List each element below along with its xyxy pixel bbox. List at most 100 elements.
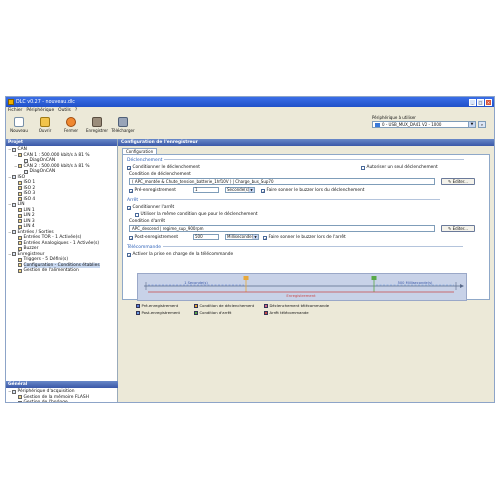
tree-node-icon xyxy=(12,202,16,207)
config-area: Configuration de l'enregistreur Configur… xyxy=(118,139,494,402)
tree-item-label: LIN xyxy=(17,202,25,208)
checkbox-icon xyxy=(135,212,139,217)
tree-node-icon xyxy=(18,268,22,273)
buzzer-stop-checkbox[interactable]: ✓ Faire sonner le buzzer lors de l'arrêt xyxy=(263,235,346,240)
open-button[interactable]: Ouvrir xyxy=(34,115,56,133)
tree-node-icon xyxy=(18,235,22,240)
usb-icon xyxy=(375,122,380,127)
close-window-button[interactable]: × xyxy=(485,98,492,106)
pre-record-text: 1 Seconde(s) xyxy=(184,281,208,285)
buzzer-trigger-checkbox[interactable]: ✓ Faire sonner le buzzer lors du déclenc… xyxy=(261,188,364,193)
timeline-arrow-icon xyxy=(460,284,464,288)
trigger-condition-label: Condition de déclenchement xyxy=(129,172,191,177)
tree-node-icon xyxy=(18,197,22,202)
menu-fichier[interactable]: Fichier xyxy=(8,108,22,113)
device-value: 0 - USB_MUX_DA41 V2 - 1000 xyxy=(382,122,442,127)
legend-item-post-record: Post-enregistrement xyxy=(136,310,180,315)
trigger-condition-legend-icon xyxy=(194,303,198,308)
tree-node-icon xyxy=(18,186,22,191)
tree-item-label: Entrées TOR - 1 Activée(s) xyxy=(23,235,82,241)
recording-text: Enregistrement xyxy=(286,293,316,298)
chevron-down-icon: ▼ xyxy=(468,122,475,127)
checkbox-icon xyxy=(361,165,365,170)
tree-node-icon xyxy=(24,158,28,163)
stop-condition-field[interactable]: APC_descend | regime_sup_900rpm xyxy=(129,225,435,232)
menu-outils[interactable]: Outils xyxy=(58,108,71,113)
maximize-button[interactable]: □ xyxy=(477,98,484,106)
app-icon xyxy=(8,99,14,105)
general-panel: Général − Périphérique d'acquisition Gesti… xyxy=(6,381,118,403)
checkbox-icon: ✓ xyxy=(261,188,266,194)
post-record-value[interactable]: 500 xyxy=(193,234,219,240)
search-icon: ⌕ xyxy=(480,122,484,127)
cond-trigger-checkbox[interactable]: ✓ Conditionner le déclenchement xyxy=(127,165,200,170)
pre-record-checkbox[interactable]: ✓ Pré-enregistrement xyxy=(129,188,176,193)
edit-stop-button[interactable]: ✎ Editer... xyxy=(441,225,475,232)
title-bar: DLC v0.27 - nouveau.dlc _ □ × xyxy=(6,97,494,107)
device-search-button[interactable]: ⌕ xyxy=(478,121,486,128)
tree-item-label: Gestion de l'alimentation xyxy=(23,268,79,274)
post-record-checkbox[interactable]: ✓ Post-enregistrement xyxy=(129,235,178,240)
pre-record-unit[interactable]: Seconde(s) ▼ xyxy=(225,187,255,193)
tree-item-label: Gestion de l'horloge xyxy=(23,400,68,403)
tree-node-icon xyxy=(18,213,22,218)
tree-item-label: CAN xyxy=(17,147,27,153)
legend-item-stop-condition: Condition d'arrêt xyxy=(194,310,231,315)
remote-checkbox[interactable]: ✓ Activer la prise en charge de la téléc… xyxy=(127,252,233,257)
tree-item[interactable]: Gestion de l'alimentation xyxy=(8,268,115,274)
new-button[interactable]: Nouveau xyxy=(8,115,30,133)
tree-item-label: ISO 3 xyxy=(23,191,36,197)
cond-stop-checkbox[interactable]: ✓ Conditionner l'arrêt xyxy=(127,205,174,210)
new-icon xyxy=(14,117,24,127)
tree-node-icon xyxy=(18,224,22,229)
close-file-button[interactable]: Fermer xyxy=(60,115,82,133)
remote-section-heading: Télécommande xyxy=(127,245,464,250)
tree-item-label: Périphérique d'acquisition xyxy=(17,389,75,395)
tree-node-icon xyxy=(18,241,22,246)
app-window: DLC v0.27 - nouveau.dlc _ □ × Fichier Pé… xyxy=(5,96,495,403)
stop-section-heading: Arrêt xyxy=(127,198,441,203)
trigger-condition-field[interactable]: ( APC_montée & Chute_tension_batterie_1h… xyxy=(129,178,435,185)
tree-node-icon xyxy=(24,169,28,174)
menu-help[interactable]: ? xyxy=(75,108,77,113)
tree-node-icon xyxy=(12,389,16,394)
tree-item-label: LIN 2 xyxy=(23,213,35,219)
tree-item-label: LIN 4 xyxy=(23,224,35,230)
menu-peripherique[interactable]: Périphérique xyxy=(26,108,54,113)
config-header: Configuration de l'enregistreur xyxy=(118,139,494,146)
tree-item-label: DiagOnCAN xyxy=(29,158,56,164)
tree-node-icon xyxy=(18,400,22,402)
legend-item-remote-trigger: Déclenchement télécommande xyxy=(264,303,329,308)
checkbox-icon: ✓ xyxy=(263,235,268,241)
project-tree: − CAN − CAN 1 : 500.000 kbit/s à 81 % DiagOn… xyxy=(6,146,117,275)
checkbox-icon: ✓ xyxy=(129,235,134,241)
pre-record-legend-icon xyxy=(136,303,140,308)
tree-item-label: Entrées / Sorties xyxy=(17,229,54,235)
legend-item-remote-stop: Arrêt télécommande xyxy=(264,310,309,315)
tree-item-label: ISO xyxy=(17,174,26,180)
tree-node-icon xyxy=(18,219,22,224)
tree-item-label: CAN 2 : 500.000 kbit/s à 81 % xyxy=(23,163,90,169)
tree-node-icon xyxy=(18,180,22,185)
checkbox-icon: ✓ xyxy=(129,188,134,194)
tree-item-label: ISO 1 xyxy=(23,180,36,186)
remote-stop-legend-icon xyxy=(264,310,268,315)
tree-item-label: Gestion de la mémoire FLASH xyxy=(23,394,90,400)
same-condition-checkbox[interactable]: Utiliser la même condition que pour le d… xyxy=(135,212,258,217)
tree-item[interactable]: Gestion de l'horloge xyxy=(8,400,116,403)
auth-single-checkbox[interactable]: Autoriser un seul déclenchement xyxy=(361,165,438,170)
minimize-button[interactable]: _ xyxy=(469,98,476,106)
legend-item-pre-record: Pré-enregistrement xyxy=(136,303,178,308)
edit-trigger-button[interactable]: ✎ Editer... xyxy=(441,178,475,185)
chevron-down-icon: ▼ xyxy=(253,235,258,239)
toolbar: Nouveau Ouvrir Fermer Enregistrer Téléch… xyxy=(6,114,494,141)
tree-node-icon xyxy=(18,246,22,251)
tree-node-icon xyxy=(18,208,22,213)
download-button[interactable]: Télécharger xyxy=(111,115,135,133)
device-dropdown[interactable]: 0 - USB_MUX_DA41 V2 - 1000 ▼ xyxy=(372,121,476,128)
post-record-unit[interactable]: Milliseconde(s) ▼ xyxy=(225,234,259,240)
download-icon xyxy=(118,117,128,127)
pre-record-value[interactable]: 1 xyxy=(193,187,219,193)
save-button[interactable]: Enregistrer xyxy=(86,115,108,133)
stop-condition-legend-icon xyxy=(194,310,198,315)
